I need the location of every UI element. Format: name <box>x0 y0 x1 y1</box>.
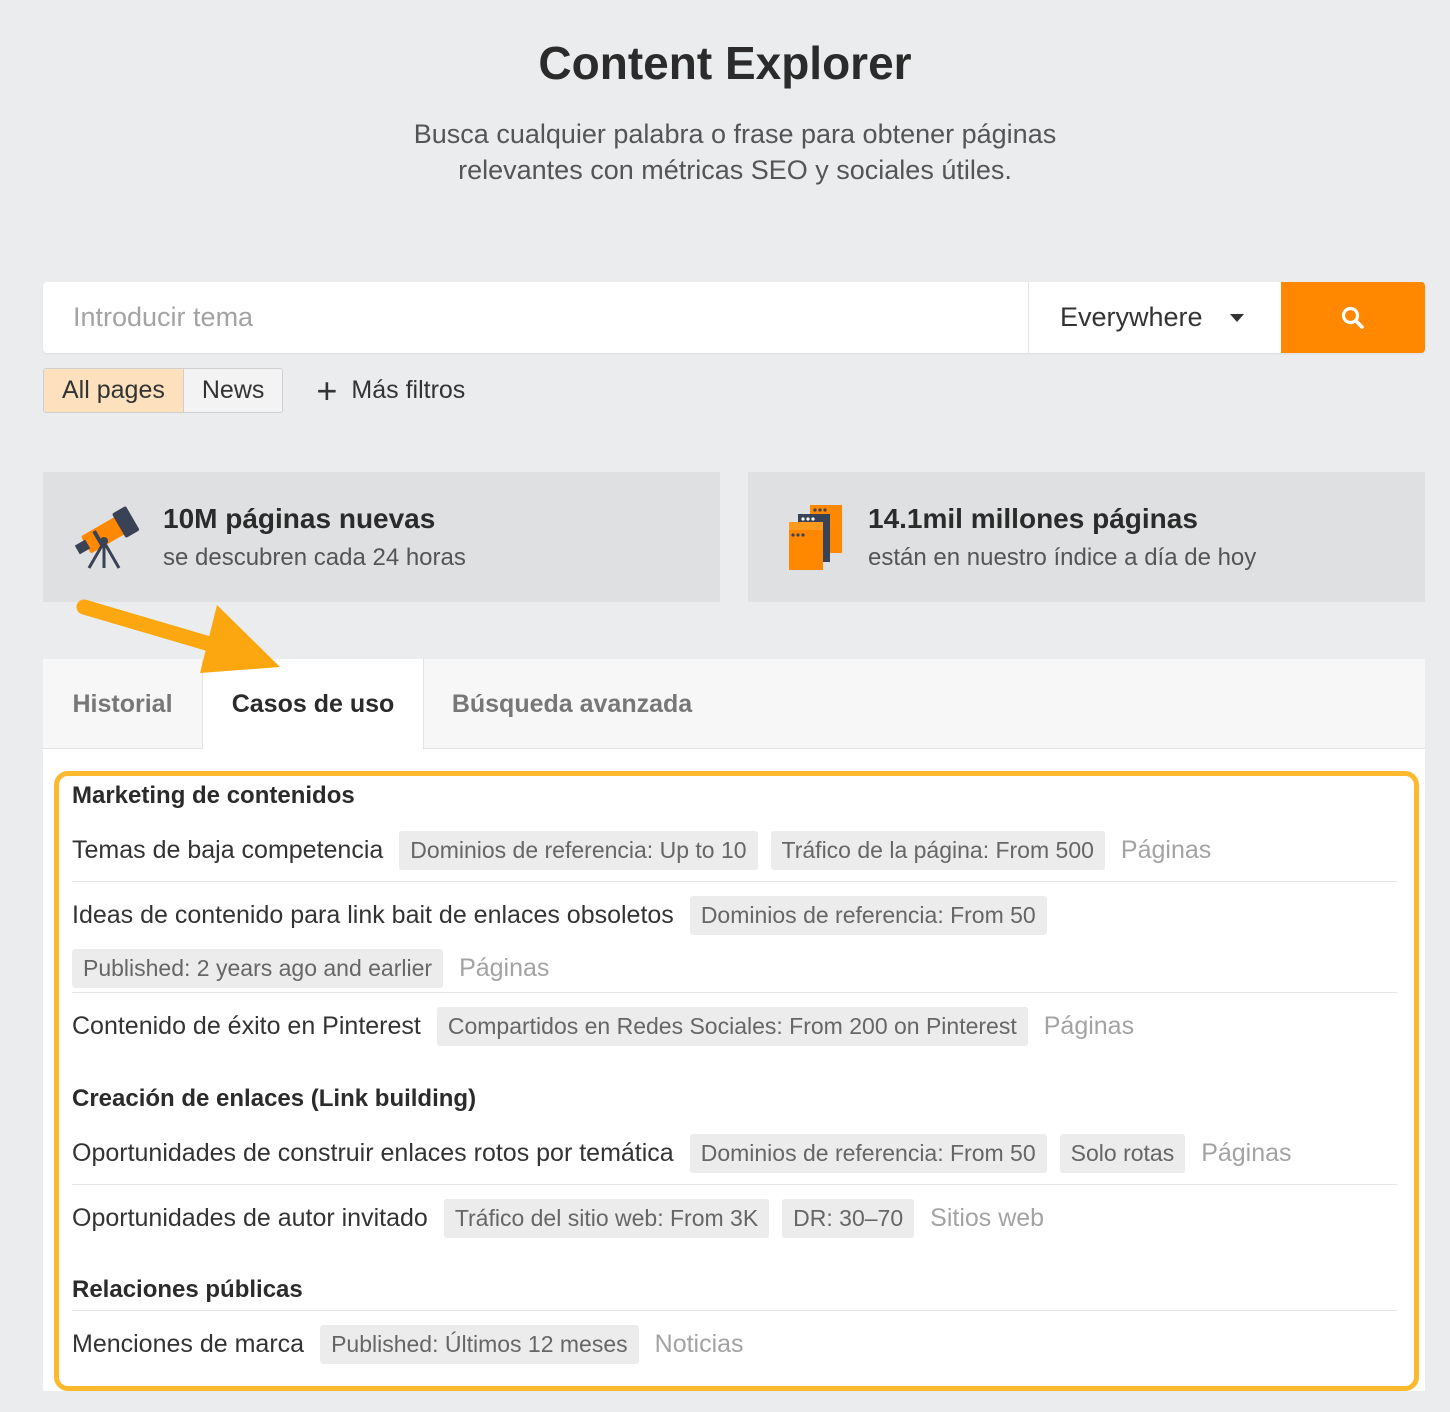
use-case-link[interactable]: Ideas de contenido para link bait de enl… <box>72 901 674 930</box>
result-type: Páginas <box>459 954 550 982</box>
use-case-row: Oportunidades de construir enlaces rotos… <box>72 1134 1397 1173</box>
callout-arrow-icon <box>76 599 280 673</box>
use-case-row: Contenido de éxito en Pinterest Comparti… <box>72 1007 1397 1046</box>
result-type: Noticias <box>654 1330 744 1358</box>
page-title: Content Explorer <box>538 37 912 89</box>
filter-chip[interactable]: Solo rotas <box>1059 1134 1186 1173</box>
use-case-row: Oportunidades de autor invitado Tráfico … <box>72 1199 1397 1238</box>
stat-headline: 14.1mil millones páginas <box>868 502 1198 534</box>
filter-chip[interactable]: Compartidos en Redes Sociales: From 200 … <box>436 1007 1028 1046</box>
scope-dropdown-value: Everywhere <box>1060 302 1203 332</box>
result-type: Sitios web <box>930 1204 1045 1232</box>
page-subtitle: Busca cualquier palabra o frase para obt… <box>413 119 1057 185</box>
stat-detail: están en nuestro índice a día de hoy <box>868 543 1257 571</box>
news-button[interactable]: News <box>182 369 283 412</box>
section-heading: Creación de enlaces (Link building) <box>72 1085 477 1112</box>
search-bar: Everywhere <box>43 282 1425 353</box>
scope-dropdown[interactable]: Everywhere <box>1028 282 1281 353</box>
stat-detail: se descubren cada 24 horas <box>163 543 466 571</box>
filter-chip[interactable]: Tráfico del sitio web: From 3K <box>443 1199 770 1238</box>
use-case-row: Temas de baja competencia Dominios de re… <box>72 831 1397 870</box>
search-input[interactable] <box>43 282 1028 353</box>
section-heading: Marketing de contenidos <box>72 782 355 809</box>
filter-chip[interactable]: DR: 30–70 <box>782 1199 915 1238</box>
result-type: Páginas <box>1120 836 1212 864</box>
section-heading: Relaciones públicas <box>72 1276 303 1303</box>
result-type: Páginas <box>1043 1012 1135 1040</box>
stat-headline: 10M páginas nuevas <box>163 502 436 534</box>
filter-bar: All pages News + Más filtros <box>43 368 465 413</box>
stat-card-new-pages: 10M páginas nuevas se descubren cada 24 … <box>43 472 720 602</box>
more-filters-label: Más filtros <box>351 376 466 404</box>
use-case-link[interactable]: Menciones de marca <box>72 1330 304 1359</box>
use-case-link[interactable]: Temas de baja competencia <box>72 836 383 865</box>
row-divider <box>72 1310 1397 1311</box>
plus-icon: + <box>316 369 338 411</box>
use-case-link[interactable]: Contenido de éxito en Pinterest <box>72 1012 421 1041</box>
filter-chip[interactable]: Dominios de referencia: From 50 <box>689 896 1047 935</box>
filter-chip[interactable]: Published: Últimos 12 meses <box>320 1325 639 1364</box>
stacked-pages-icon <box>748 472 868 602</box>
result-type: Páginas <box>1201 1139 1292 1167</box>
filter-chip[interactable]: Tráfico de la página: From 500 <box>770 831 1105 870</box>
page-type-toggle: All pages News <box>43 368 284 413</box>
all-pages-button[interactable]: All pages <box>44 369 183 412</box>
tab-busqueda-avanzada[interactable]: Búsqueda avanzada <box>424 659 720 749</box>
use-case-row: Ideas de contenido para link bait de enl… <box>72 896 1397 988</box>
stat-card-index-size: 14.1mil millones páginas están en nuestr… <box>748 472 1425 602</box>
filter-chip[interactable]: Dominios de referencia: Up to 10 <box>399 831 758 870</box>
filter-chip[interactable]: Published: 2 years ago and earlier <box>72 949 444 988</box>
row-divider <box>72 881 1397 882</box>
search-icon <box>1341 306 1364 329</box>
row-divider <box>72 1184 1397 1185</box>
row-divider <box>72 992 1397 993</box>
use-case-link[interactable]: Oportunidades de construir enlaces rotos… <box>72 1139 674 1168</box>
telescope-icon <box>43 472 163 602</box>
filter-chip[interactable]: Dominios de referencia: From 50 <box>689 1134 1047 1173</box>
more-filters-button[interactable]: + Más filtros <box>316 369 466 411</box>
use-case-link[interactable]: Oportunidades de autor invitado <box>72 1204 428 1233</box>
search-button[interactable] <box>1281 282 1425 353</box>
chevron-down-icon <box>1230 314 1244 322</box>
use-case-row: Menciones de marca Published: Últimos 12… <box>72 1325 1397 1364</box>
